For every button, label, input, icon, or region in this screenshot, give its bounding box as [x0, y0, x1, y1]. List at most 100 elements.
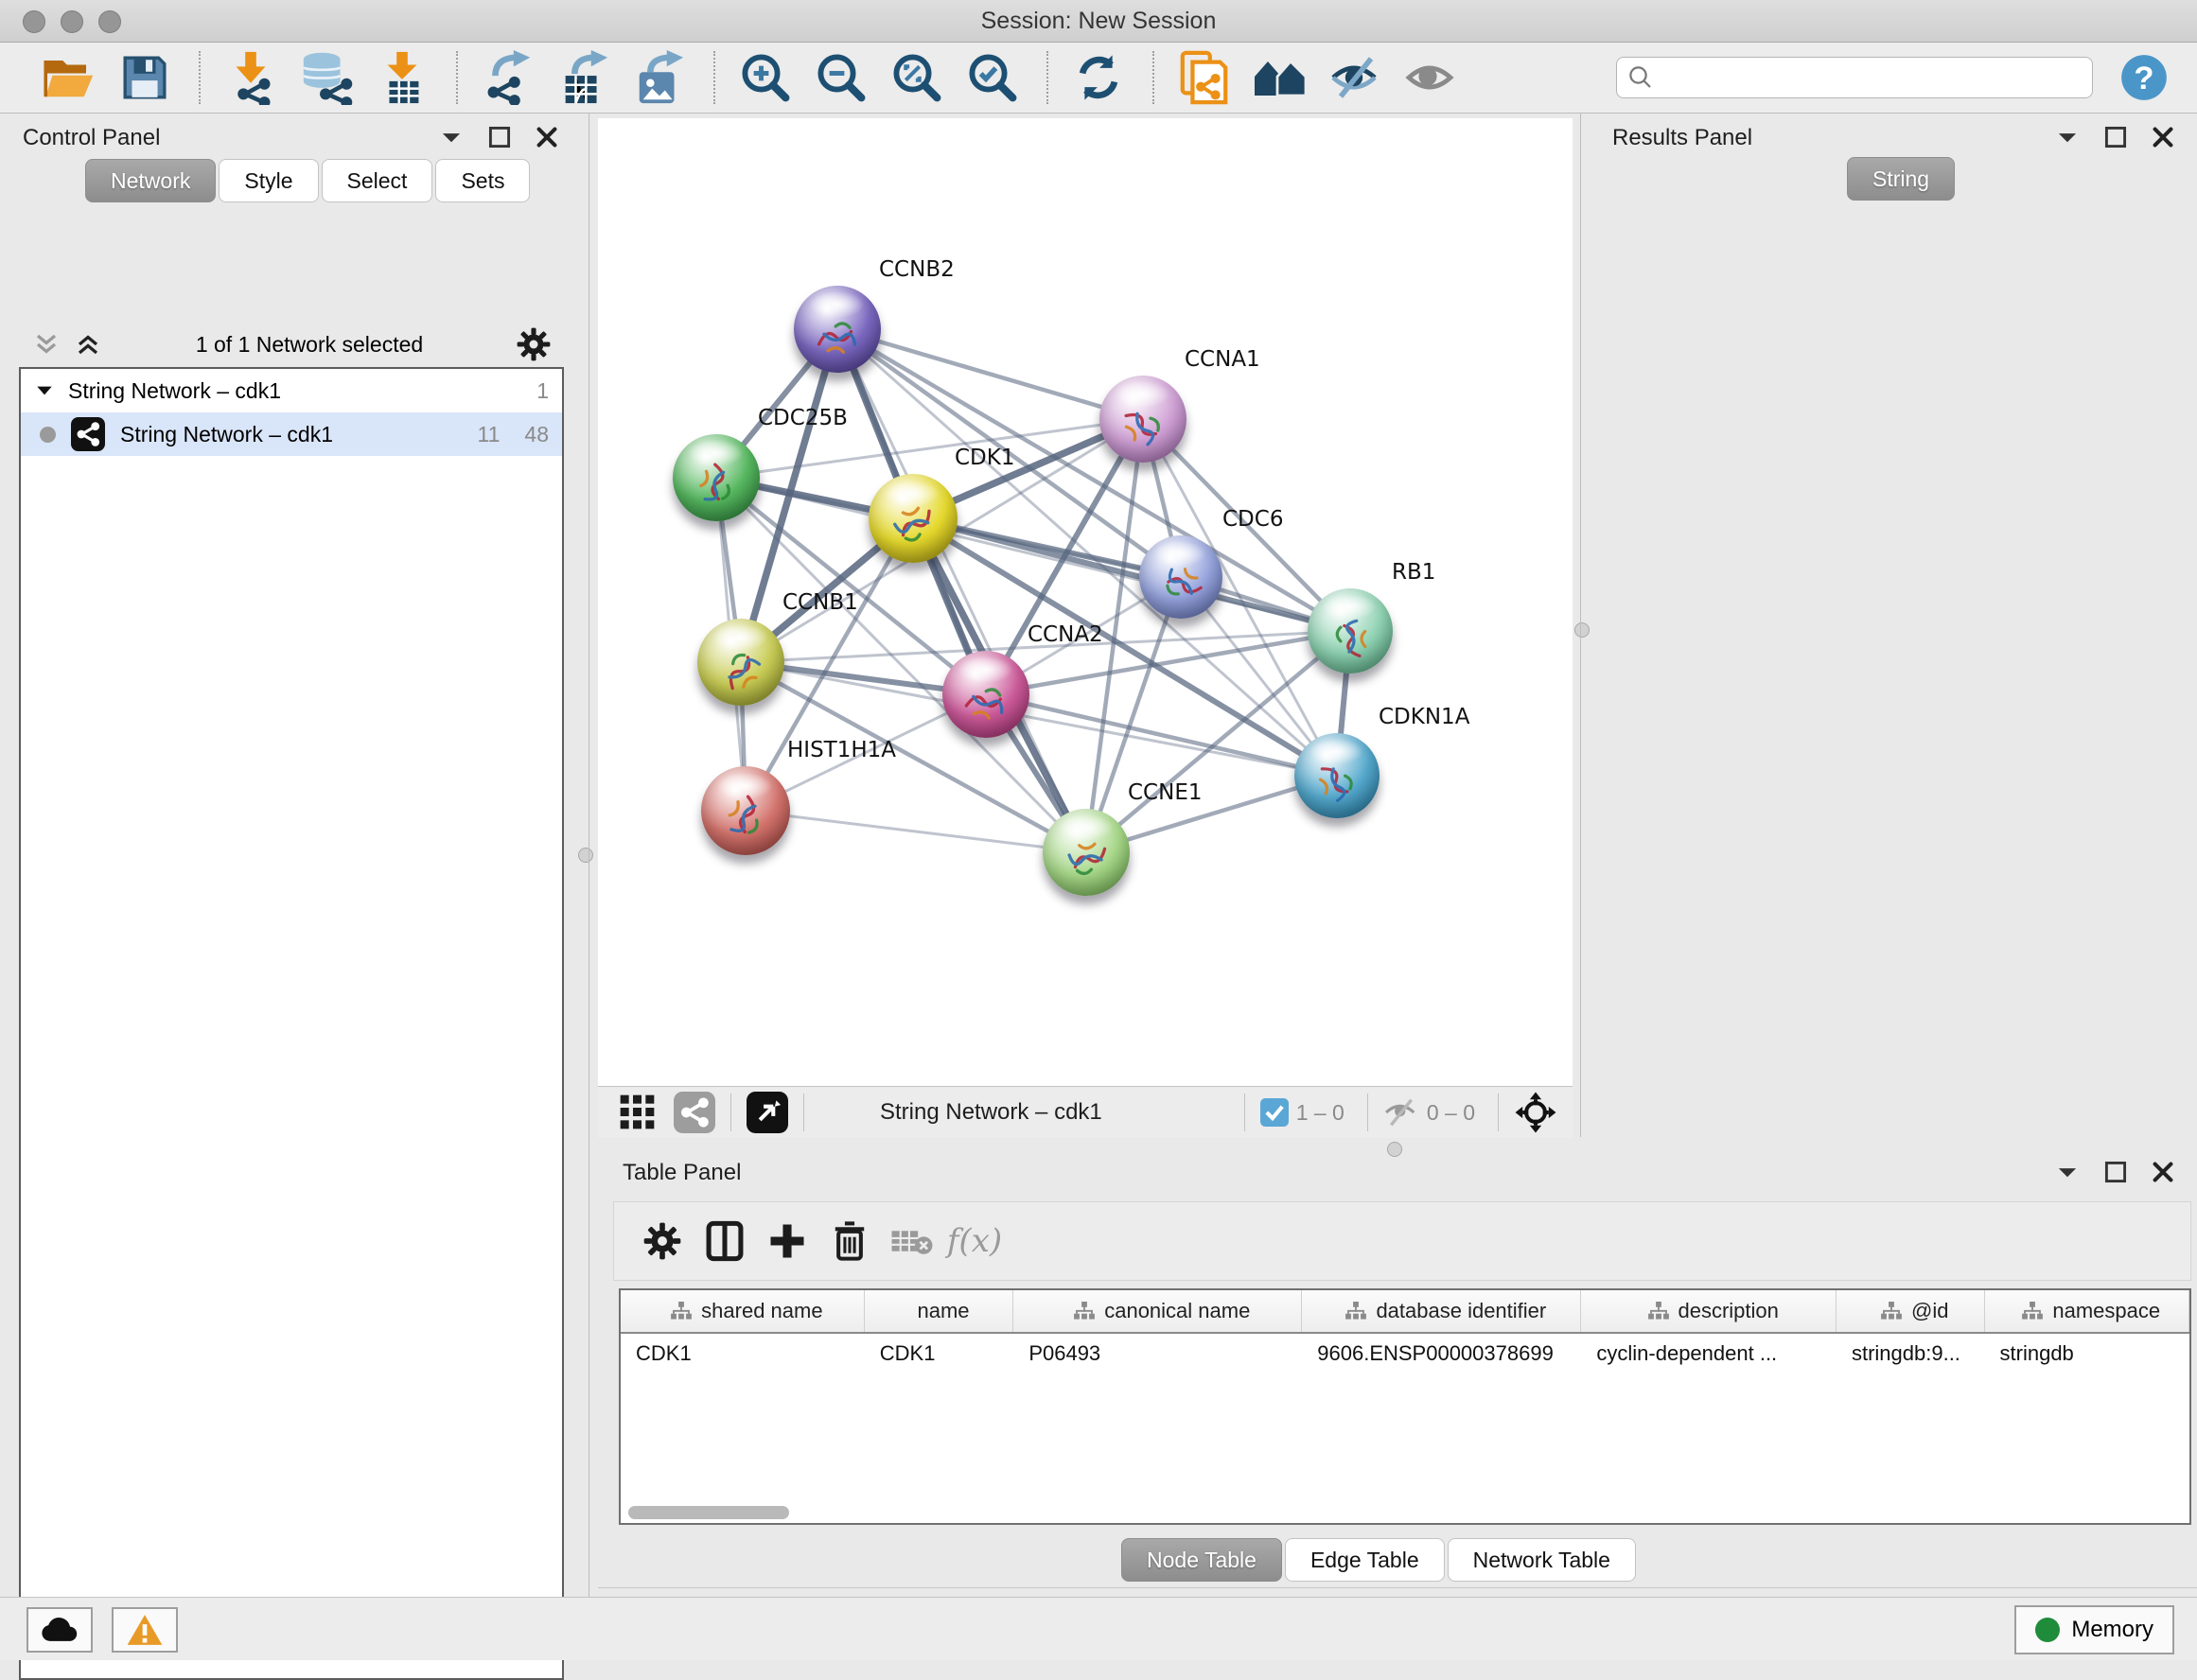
- column-header-canonical-name[interactable]: canonical name: [1013, 1290, 1302, 1332]
- tab-node-table[interactable]: Node Table: [1121, 1538, 1282, 1582]
- float-panel-icon[interactable]: [439, 125, 464, 149]
- zoom-out-button[interactable]: [812, 48, 870, 107]
- node-cdk1[interactable]: [869, 474, 958, 563]
- edge[interactable]: [746, 811, 1086, 852]
- hide-selected-button[interactable]: [1327, 48, 1385, 107]
- table-cell[interactable]: cyclin-dependent ...: [1581, 1334, 1837, 1374]
- import-table-button[interactable]: [373, 48, 431, 107]
- apply-layout-button[interactable]: [1069, 48, 1128, 107]
- collapse-caret-icon[interactable]: [34, 380, 55, 401]
- column-header-namespace[interactable]: namespace: [1985, 1290, 2189, 1332]
- scrollbar-thumb[interactable]: [628, 1506, 789, 1519]
- export-table-button[interactable]: [554, 48, 613, 107]
- close-panel-icon[interactable]: [2152, 1161, 2174, 1183]
- column-header-name[interactable]: name: [865, 1290, 1014, 1332]
- node-label-cdc6: CDC6: [1222, 507, 1283, 532]
- tab-edge-table[interactable]: Edge Table: [1285, 1538, 1445, 1582]
- detach-view-icon[interactable]: [747, 1092, 788, 1133]
- show-all-button[interactable]: [1402, 48, 1461, 107]
- node-rb1[interactable]: [1308, 588, 1393, 674]
- cloud-status-button[interactable]: [26, 1607, 93, 1653]
- delete-table-button[interactable]: [881, 1212, 943, 1270]
- node-ccnb1[interactable]: [697, 619, 784, 706]
- hidden-eye-icon: [1383, 1097, 1419, 1128]
- network-canvas[interactable]: CCNB2CCNA1CDC25BCDK1CDC6RB1CCNB1CCNA2CDK…: [598, 118, 1573, 1086]
- table-cell[interactable]: P06493: [1013, 1334, 1302, 1374]
- edge[interactable]: [913, 518, 1350, 631]
- tab-select[interactable]: Select: [322, 159, 433, 202]
- delete-column-button[interactable]: [818, 1212, 881, 1270]
- node-cdc25b[interactable]: [673, 434, 760, 521]
- float-panel-icon[interactable]: [2055, 1160, 2080, 1184]
- float-panel-icon[interactable]: [2055, 125, 2080, 149]
- help-button[interactable]: ?: [2119, 53, 2169, 102]
- column-header-label: namespace: [2052, 1299, 2160, 1323]
- search-input[interactable]: [1655, 64, 2092, 91]
- create-column-button[interactable]: [756, 1212, 818, 1270]
- network-name: String Network – cdk1: [120, 422, 333, 447]
- cybrowser-home-button[interactable]: [1251, 48, 1309, 107]
- expand-all-networks-icon[interactable]: [32, 330, 61, 359]
- column-header-label: canonical name: [1104, 1299, 1250, 1323]
- memory-status-dot: [2035, 1618, 2060, 1642]
- table-cell[interactable]: stringdb: [1985, 1334, 2190, 1374]
- open-session-button[interactable]: [40, 48, 98, 107]
- table-cell[interactable]: CDK1: [621, 1334, 865, 1374]
- close-panel-icon[interactable]: [2152, 126, 2174, 149]
- column-header-@id[interactable]: @id: [1837, 1290, 1985, 1332]
- maximize-panel-icon[interactable]: [2104, 126, 2127, 149]
- fit-content-crosshair-icon[interactable]: [1514, 1091, 1557, 1134]
- import-network-file-button[interactable]: [221, 48, 280, 107]
- export-image-button[interactable]: [630, 48, 689, 107]
- search-box[interactable]: [1616, 57, 2093, 98]
- close-panel-icon[interactable]: [536, 126, 558, 149]
- node-hist1h1a[interactable]: [701, 766, 790, 855]
- node-ccnb2[interactable]: [794, 286, 881, 373]
- tab-style[interactable]: Style: [219, 159, 318, 202]
- show-columns-button[interactable]: [694, 1212, 756, 1270]
- function-builder-button[interactable]: f(x): [943, 1212, 1006, 1270]
- cloud-icon: [39, 1615, 80, 1645]
- table-cell[interactable]: 9606.ENSP00000378699: [1302, 1334, 1581, 1374]
- export-network-button[interactable]: [479, 48, 537, 107]
- node-cdc6[interactable]: [1139, 535, 1222, 619]
- node-ccna2[interactable]: [942, 651, 1029, 738]
- table-options-button[interactable]: [631, 1212, 694, 1270]
- edge[interactable]: [837, 329, 1143, 419]
- maximize-panel-icon[interactable]: [2104, 1161, 2127, 1183]
- node-ccne1[interactable]: [1043, 809, 1130, 896]
- tab-sets[interactable]: Sets: [435, 159, 530, 202]
- column-tree-icon: [671, 1302, 692, 1321]
- maximize-panel-icon[interactable]: [488, 126, 511, 149]
- collapse-all-networks-icon[interactable]: [74, 330, 102, 359]
- import-network-database-button[interactable]: [297, 48, 356, 107]
- column-header-description[interactable]: description: [1581, 1290, 1837, 1332]
- memory-button[interactable]: Memory: [2014, 1605, 2174, 1654]
- zoom-in-button[interactable]: [736, 48, 795, 107]
- zoom-selected-button[interactable]: [963, 48, 1022, 107]
- zoom-fit-button[interactable]: [888, 48, 946, 107]
- column-header-database-identifier[interactable]: database identifier: [1302, 1290, 1581, 1332]
- network-options-gear-icon[interactable]: [517, 327, 551, 361]
- selected-count-badge: 1 – 0: [1296, 1100, 1345, 1126]
- network-share-icon[interactable]: [674, 1092, 715, 1133]
- warning-status-button[interactable]: [112, 1607, 178, 1653]
- clone-network-button[interactable]: [1175, 48, 1234, 107]
- node-cdkn1a[interactable]: [1294, 733, 1380, 818]
- tab-network-table[interactable]: Network Table: [1448, 1538, 1636, 1582]
- column-header-shared-name[interactable]: shared name: [621, 1290, 865, 1332]
- table-cell[interactable]: CDK1: [865, 1334, 1014, 1374]
- tab-network[interactable]: Network: [85, 159, 216, 202]
- node-ccna1[interactable]: [1099, 376, 1186, 463]
- table-row[interactable]: CDK1CDK1P064939606.ENSP00000378699cyclin…: [621, 1334, 2189, 1374]
- left-splitter-handle[interactable]: [578, 848, 593, 863]
- table-cell[interactable]: stringdb:9...: [1837, 1334, 1985, 1374]
- tab-string[interactable]: String: [1847, 157, 1955, 201]
- table-hscrollbar[interactable]: [624, 1506, 2186, 1521]
- save-session-button[interactable]: [115, 48, 174, 107]
- network-row-selected[interactable]: String Network – cdk1 11 48: [21, 412, 562, 456]
- network-collection-row[interactable]: String Network – cdk1 1: [21, 369, 562, 412]
- birds-eye-grid-icon[interactable]: [619, 1094, 657, 1131]
- warning-icon: [126, 1613, 164, 1647]
- selected-checkbox-icon[interactable]: [1260, 1098, 1289, 1127]
